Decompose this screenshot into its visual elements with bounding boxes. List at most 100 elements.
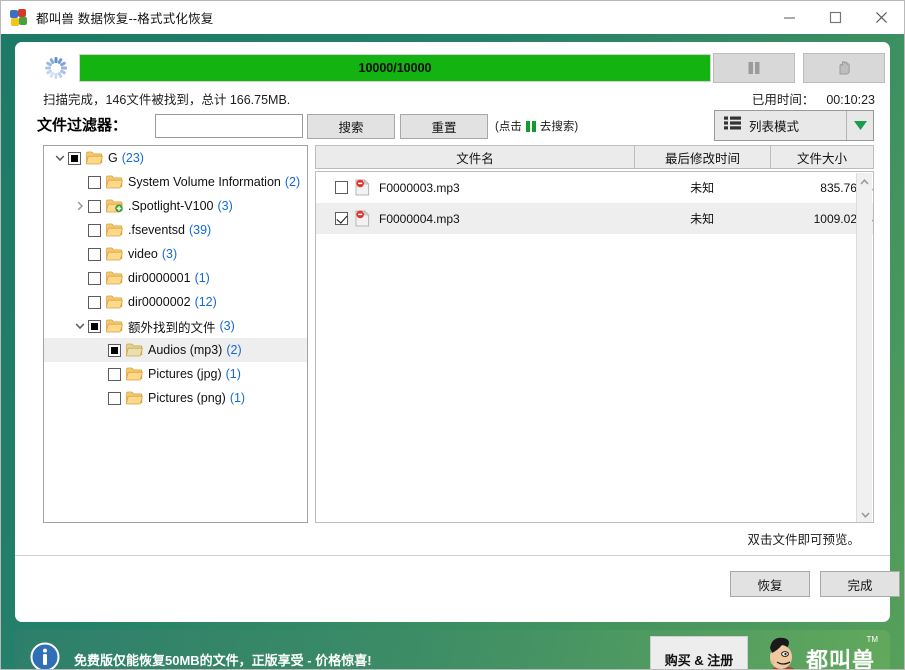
tree-node-checkbox[interactable]	[108, 343, 121, 357]
tree-node-label: G	[108, 151, 118, 165]
tree-node[interactable]: Pictures (jpg) (1)	[44, 362, 307, 386]
file-row-checkbox[interactable]	[335, 212, 348, 225]
column-header-modified[interactable]: 最后修改时间	[635, 145, 771, 169]
mp3-file-icon	[355, 179, 370, 196]
tree-node-label: Pictures (jpg)	[148, 367, 222, 381]
tree-node-count: (1)	[225, 367, 241, 381]
folder-icon	[106, 223, 123, 237]
recover-button[interactable]: 恢复	[730, 571, 810, 597]
folder-icon	[106, 223, 123, 237]
tree-node-count: (2)	[226, 343, 242, 357]
scan-status-text: 扫描完成，146文件被找到，总计 166.75MB.	[43, 93, 291, 107]
search-button[interactable]: 搜索	[307, 114, 395, 139]
chevron-right-icon[interactable]	[75, 201, 85, 211]
app-puzzle-icon	[10, 8, 28, 27]
tree-node[interactable]: video (3)	[44, 242, 307, 266]
file-row[interactable]: F0000003.mp3 未知 835.76KB	[316, 172, 873, 203]
folder-icon	[106, 271, 123, 285]
file-list-body: F0000003.mp3 未知 835.76KB F0000004.mp3 未知 1009…	[315, 171, 874, 523]
folder-icon	[106, 295, 123, 309]
chevron-down-icon[interactable]	[55, 153, 65, 163]
tree-node[interactable]: .fseventsd (39)	[44, 218, 307, 242]
folder-icon	[106, 295, 123, 309]
window-title: 都叫兽 数据恢复--格式式化恢复	[36, 12, 214, 26]
tree-node-count: (1)	[229, 391, 246, 405]
tree-twisty[interactable]	[72, 321, 88, 331]
file-name: F0000003.mp3	[379, 180, 460, 195]
info-circle-icon	[30, 642, 60, 669]
tree-node-checkbox[interactable]	[88, 319, 101, 333]
titlebar: 都叫兽 数据恢复--格式式化恢复	[1, 1, 904, 34]
scroll-up-icon[interactable]	[857, 173, 872, 190]
tree-node[interactable]: G (23)	[44, 146, 307, 170]
tree-node[interactable]: System Volume Information (2)	[44, 170, 307, 194]
folder-icon	[106, 319, 123, 333]
progress-label: 10000/10000	[358, 61, 432, 75]
file-modified: 未知	[690, 212, 715, 226]
filter-input[interactable]	[155, 114, 303, 138]
column-header-size[interactable]: 文件大小	[771, 145, 874, 169]
tree-node-label: System Volume Information	[128, 175, 281, 189]
tree-node-checkbox[interactable]	[88, 295, 101, 309]
tree-node[interactable]: Pictures (png) (1)	[44, 386, 307, 410]
minimize-icon[interactable]	[766, 1, 812, 33]
preview-hint: 双击文件即可预览。	[747, 533, 860, 547]
view-mode-dropdown[interactable]: 列表模式	[714, 110, 874, 141]
column-header-name[interactable]: 文件名	[315, 145, 635, 169]
tree-node-count: (12)	[194, 295, 217, 309]
tree-node-checkbox[interactable]	[88, 175, 101, 189]
tree-node-count: (3)	[161, 247, 178, 261]
folder-tree-panel[interactable]: G (23) System Volume Information (2) .Spotli…	[43, 145, 308, 523]
elapsed-value: 00:10:23	[826, 93, 875, 107]
stop-button[interactable]	[803, 53, 885, 83]
tree-node-label: Audios (mp3)	[148, 343, 223, 357]
tree-node[interactable]: .Spotlight-V100 (3)	[44, 194, 307, 218]
tree-twisty[interactable]	[72, 201, 88, 211]
upgrade-banner: 免费版仅能恢复50MB的文件，正版享受 - 价格惊喜! 购买 & 注册 都叫兽 …	[15, 630, 890, 669]
tree-twisty[interactable]	[52, 153, 68, 163]
tree-node-checkbox[interactable]	[108, 391, 121, 405]
buy-register-button[interactable]: 购买 & 注册	[650, 636, 748, 669]
file-list-header: 文件名 最后修改时间 文件大小	[315, 145, 874, 169]
pause-button[interactable]	[713, 53, 795, 83]
banner-message: 免费版仅能恢复50MB的文件，正版享受 - 价格惊喜!	[74, 652, 372, 668]
tree-node-label: Pictures (png)	[148, 391, 226, 405]
tree-node-checkbox[interactable]	[88, 199, 101, 213]
finish-button[interactable]: 完成	[820, 571, 900, 597]
file-row-checkbox[interactable]	[335, 181, 348, 194]
filter-hint-suffix: 去搜索)	[539, 121, 579, 133]
green-bars-icon	[525, 120, 536, 132]
scan-progress-bar: 10000/10000	[79, 54, 711, 82]
loading-spinner-icon	[43, 55, 69, 81]
scroll-down-icon[interactable]	[857, 506, 873, 522]
tree-node[interactable]: dir0000002 (12)	[44, 290, 307, 314]
chevron-down-icon[interactable]	[846, 111, 873, 140]
filter-hint: (点击 去搜索)	[495, 118, 578, 134]
file-name: F0000004.mp3	[379, 211, 460, 226]
folder-plus-icon	[106, 199, 123, 213]
tree-node[interactable]: 额外找到的文件 (3)	[44, 314, 307, 338]
tree-node-checkbox[interactable]	[88, 271, 101, 285]
close-icon[interactable]	[858, 1, 904, 33]
tree-node-count: (23)	[121, 151, 144, 165]
folder-icon	[106, 175, 123, 189]
maximize-icon[interactable]	[812, 1, 858, 33]
folder-icon	[126, 391, 143, 405]
tree-node-checkbox[interactable]	[88, 247, 101, 261]
elapsed-label: 已用时间：	[751, 93, 815, 107]
tree-node-count: (1)	[194, 271, 210, 285]
tree-node-checkbox[interactable]	[68, 151, 81, 165]
reset-button[interactable]: 重置	[400, 114, 488, 139]
app-window: 都叫兽 数据恢复--格式式化恢复 10000/10000 扫描完成，146文件被…	[0, 0, 905, 670]
footer-divider	[15, 555, 890, 556]
folder-icon	[106, 175, 123, 189]
tree-node-label: .fseventsd	[128, 223, 185, 237]
file-list-scrollbar[interactable]	[856, 173, 873, 522]
tree-node-checkbox[interactable]	[108, 367, 121, 381]
tree-node[interactable]: Audios (mp3) (2)	[44, 338, 307, 362]
chevron-down-icon[interactable]	[75, 321, 85, 331]
tree-node[interactable]: dir0000001 (1)	[44, 266, 307, 290]
tree-node-checkbox[interactable]	[88, 223, 101, 237]
folder-open-icon	[126, 343, 143, 357]
file-row[interactable]: F0000004.mp3 未知 1009.02KB	[316, 203, 873, 234]
